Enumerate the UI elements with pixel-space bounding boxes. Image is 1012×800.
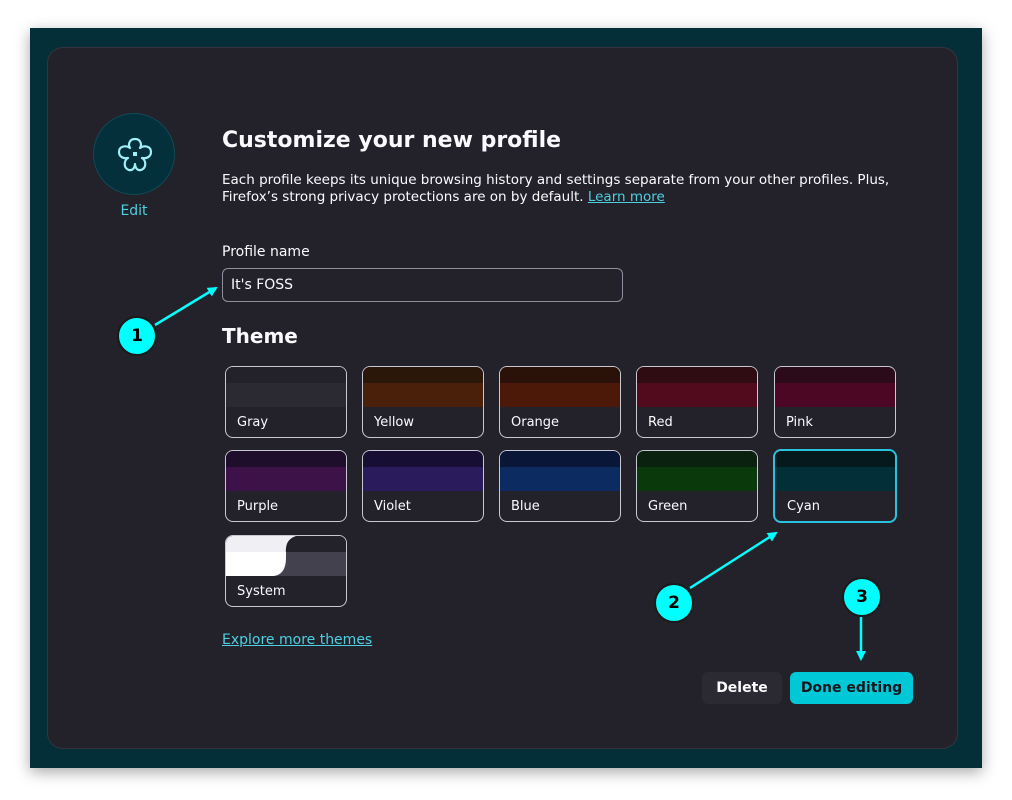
swatch-preview-top [363, 451, 483, 467]
swatch-label: Violet [374, 499, 411, 514]
system-theme-preview [226, 536, 346, 576]
swatch-preview-mid [363, 467, 483, 491]
theme-yellow[interactable]: Yellow [362, 366, 484, 438]
description-text: Each profile keeps its unique browsing h… [222, 172, 890, 205]
page-title: Customize your new profile [222, 128, 562, 153]
profile-description: Each profile keeps its unique browsing h… [222, 172, 912, 206]
swatch-preview-mid [775, 383, 895, 407]
theme-blue[interactable]: Blue [499, 450, 621, 522]
swatch-preview-top [500, 451, 620, 467]
swatch-preview-mid [637, 467, 757, 491]
swatch-preview-mid [775, 467, 895, 491]
done-editing-button[interactable]: Done editing [790, 672, 913, 704]
delete-button[interactable]: Delete [702, 672, 782, 704]
flower-icon [117, 137, 153, 172]
profile-avatar[interactable] [93, 113, 175, 195]
explore-more-themes-link[interactable]: Explore more themes [222, 632, 372, 648]
swatch-preview-top [637, 451, 757, 467]
profile-name-input[interactable] [222, 268, 623, 302]
theme-cyan[interactable]: Cyan [773, 449, 897, 523]
theme-purple[interactable]: Purple [225, 450, 347, 522]
swatch-label: Blue [511, 499, 540, 514]
swatch-preview-mid [363, 383, 483, 407]
swatch-label: System [237, 584, 286, 599]
swatch-label: Pink [786, 415, 813, 430]
swatch-preview-mid [637, 383, 757, 407]
theme-green[interactable]: Green [636, 450, 758, 522]
edit-avatar-link[interactable]: Edit [93, 203, 175, 219]
swatch-label: Green [648, 499, 688, 514]
swatch-label: Orange [511, 415, 560, 430]
swatch-label: Red [648, 415, 673, 430]
swatch-preview-top [775, 451, 895, 467]
swatch-preview-mid [500, 383, 620, 407]
swatch-label: Cyan [787, 499, 820, 514]
theme-heading: Theme [222, 324, 298, 348]
theme-red[interactable]: Red [636, 366, 758, 438]
callout-1: 1 [117, 316, 157, 356]
profile-name-label: Profile name [222, 244, 310, 260]
swatch-label: Purple [237, 499, 279, 514]
swatch-preview-top [226, 367, 346, 383]
learn-more-link[interactable]: Learn more [588, 189, 665, 205]
swatch-preview-top [500, 367, 620, 383]
swatch-preview-top [637, 367, 757, 383]
swatch-preview-top [363, 367, 483, 383]
swatch-preview-top [226, 451, 346, 467]
theme-pink[interactable]: Pink [774, 366, 896, 438]
swatch-label: Yellow [374, 415, 415, 430]
theme-violet[interactable]: Violet [362, 450, 484, 522]
callout-3: 3 [842, 577, 882, 617]
theme-system[interactable]: System [225, 535, 347, 607]
theme-gray[interactable]: Gray [225, 366, 347, 438]
theme-orange[interactable]: Orange [499, 366, 621, 438]
callout-2: 2 [654, 583, 694, 623]
swatch-preview-top [775, 367, 895, 383]
swatch-preview-mid [226, 383, 346, 407]
swatch-preview-mid [500, 467, 620, 491]
swatch-label: Gray [237, 415, 269, 430]
swatch-preview-mid [226, 467, 346, 491]
